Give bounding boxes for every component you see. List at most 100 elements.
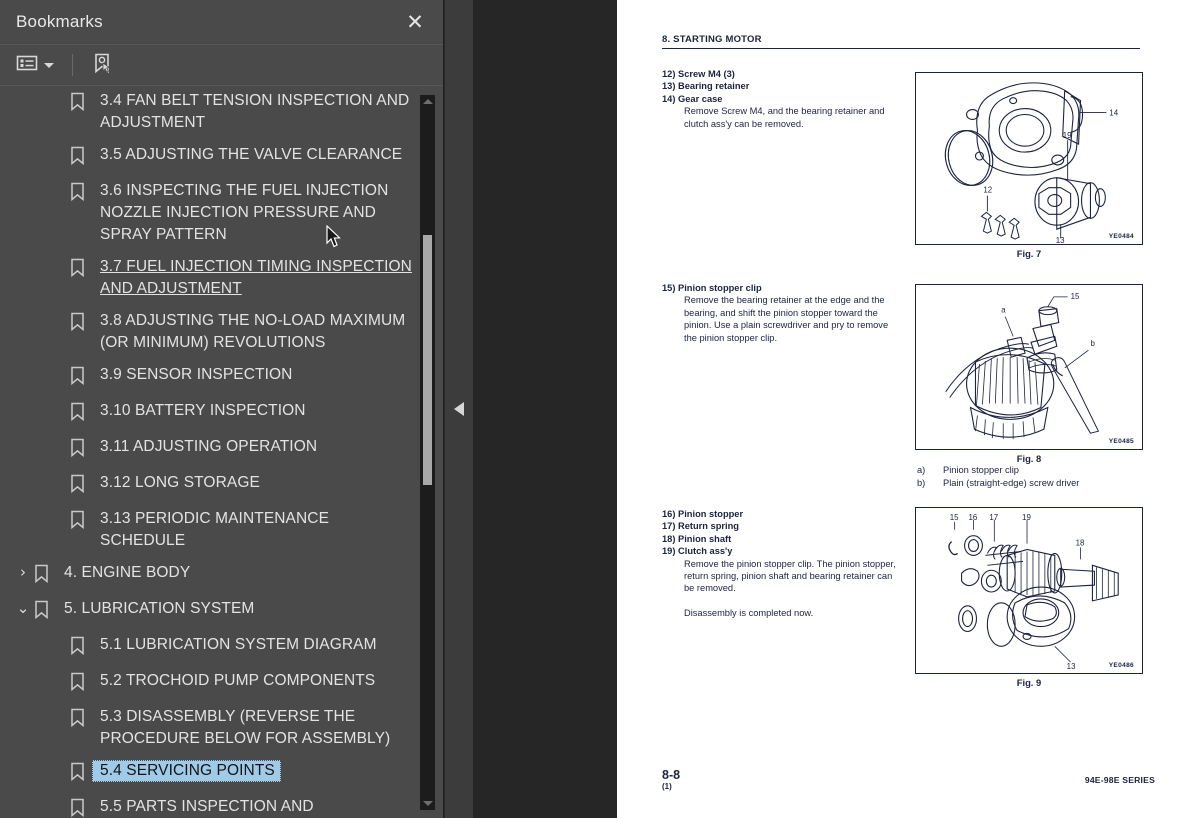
svg-text:17: 17 bbox=[989, 513, 998, 522]
bookmark-item[interactable]: ⌄ 5. LUBRICATION SYSTEM bbox=[0, 593, 420, 629]
block-body-text-2: Disassembly is completed now. bbox=[684, 607, 814, 618]
bookmark-label: 3.11 ADJUSTING OPERATION bbox=[100, 438, 318, 455]
bookmark-icon bbox=[70, 90, 92, 116]
list-options-icon bbox=[16, 54, 38, 77]
bookmark-item[interactable]: 3.4 FAN BELT TENSION INSPECTION AND ADJU… bbox=[0, 85, 420, 139]
block-body-text: Remove the bearing retainer at the edge … bbox=[684, 295, 889, 343]
numbered-item: 14) Gear case bbox=[662, 93, 723, 104]
figure-caption: Fig. 9 bbox=[1016, 677, 1042, 688]
text-block-15: 15) Pinion stopper clip Remove the beari… bbox=[662, 282, 897, 344]
chevron-right-icon[interactable]: › bbox=[12, 562, 34, 580]
svg-text:18: 18 bbox=[1076, 539, 1085, 548]
bookmark-label: 5.2 TROCHOID PUMP COMPONENTS bbox=[100, 672, 376, 689]
bookmark-label: 3.10 BATTERY INSPECTION bbox=[100, 402, 306, 419]
toolbar-divider bbox=[72, 54, 73, 76]
new-bookmark-icon bbox=[91, 52, 113, 79]
collapse-panel-left-icon bbox=[454, 402, 464, 416]
bookmark-icon bbox=[70, 508, 92, 534]
bookmark-label: 4. ENGINE BODY bbox=[64, 564, 191, 581]
document-page: 8. STARTING MOTOR 12) Screw M4 (3) 13) B… bbox=[617, 0, 1200, 818]
bookmark-item[interactable]: 3.7 FUEL INJECTION TIMING INSPECTION AND… bbox=[0, 251, 420, 305]
svg-text:13: 13 bbox=[1056, 236, 1065, 244]
bookmarks-scrollbar[interactable] bbox=[420, 95, 435, 810]
svg-text:14: 14 bbox=[1109, 109, 1118, 118]
close-icon[interactable]: ✕ bbox=[403, 10, 427, 34]
text-block-16-19: 16) Pinion stopper 17) Return spring 18)… bbox=[662, 508, 897, 619]
figure-code: YE0486 bbox=[1108, 662, 1134, 669]
bookmark-item[interactable]: 3.9 SENSOR INSPECTION bbox=[0, 359, 420, 395]
bookmark-icon bbox=[70, 364, 92, 390]
bookmark-icon bbox=[70, 706, 92, 732]
bookmark-item[interactable]: 5.1 LUBRICATION SYSTEM DIAGRAM bbox=[0, 629, 420, 665]
bookmark-label: 3.9 SENSOR INSPECTION bbox=[100, 366, 293, 383]
numbered-item: 16) Pinion stopper bbox=[662, 509, 744, 519]
bookmark-item[interactable]: 3.13 PERIODIC MAINTENANCE SCHEDULE bbox=[0, 503, 420, 557]
svg-text:a: a bbox=[1001, 306, 1006, 315]
block-body-text: Remove Screw M4, and the bearing retaine… bbox=[684, 106, 885, 129]
bookmark-icon bbox=[70, 472, 92, 498]
svg-text:b: b bbox=[1090, 339, 1095, 348]
bookmark-item[interactable]: 3.12 LONG STORAGE bbox=[0, 467, 420, 503]
svg-text:13: 13 bbox=[1067, 662, 1076, 671]
bookmarks-panel-header: Bookmarks ✕ bbox=[0, 0, 443, 44]
bookmark-icon bbox=[70, 634, 92, 660]
bookmark-item[interactable]: 5.2 TROCHOID PUMP COMPONENTS bbox=[0, 665, 420, 701]
bookmark-item[interactable]: 3.11 ADJUSTING OPERATION bbox=[0, 431, 420, 467]
bookmark-item[interactable]: 3.6 INSPECTING THE FUEL INJECTION NOZZLE… bbox=[0, 175, 420, 251]
figure-8: 15 a b YE0485 Fig. 8 bbox=[915, 284, 1143, 464]
bookmark-label: 3.6 INSPECTING THE FUEL INJECTION NOZZLE… bbox=[100, 182, 389, 243]
triangle-up-icon bbox=[422, 99, 433, 104]
figure-9: 15 16 17 19 18 13 YE0486 Fig. 9 bbox=[915, 507, 1143, 688]
triangle-down-icon bbox=[422, 801, 433, 806]
bookmark-label: 3.7 FUEL INJECTION TIMING INSPECTION AND… bbox=[100, 258, 412, 297]
bookmark-label: 5.4 SERVICING POINTS bbox=[92, 760, 281, 782]
header-rule bbox=[662, 48, 1140, 49]
bookmark-icon bbox=[70, 670, 92, 696]
bookmark-label: 5. LUBRICATION SYSTEM bbox=[64, 600, 255, 617]
figure-8-image: 15 a b YE0485 bbox=[915, 284, 1143, 450]
bookmark-icon bbox=[70, 310, 92, 336]
list-options-button[interactable] bbox=[14, 52, 56, 79]
bookmark-item[interactable]: 5.5 PARTS INSPECTION AND MEASUREMENT bbox=[0, 791, 420, 818]
bookmark-label: 3.12 LONG STORAGE bbox=[100, 474, 260, 491]
numbered-item: 17) Return spring bbox=[662, 521, 739, 532]
chevron-down-icon[interactable]: ⌄ bbox=[12, 598, 34, 616]
legend-key: a) bbox=[917, 465, 926, 475]
bookmark-item[interactable]: 5.4 SERVICING POINTS bbox=[0, 755, 420, 791]
figure-7: 14 19 12 13 YE0484 Fig. 7 bbox=[915, 72, 1143, 259]
bookmark-item[interactable]: 3.5 ADJUSTING THE VALVE CLEARANCE bbox=[0, 139, 420, 175]
svg-text:12: 12 bbox=[983, 186, 992, 195]
bookmark-label: 3.8 ADJUSTING THE NO-LOAD MAXIMUM (OR MI… bbox=[100, 312, 406, 351]
figure-code: YE0484 bbox=[1108, 233, 1134, 240]
bookmark-icon bbox=[70, 144, 92, 170]
bookmark-item[interactable]: 3.10 BATTERY INSPECTION bbox=[0, 395, 420, 431]
bookmark-item[interactable]: 3.8 ADJUSTING THE NO-LOAD MAXIMUM (OR MI… bbox=[0, 305, 420, 359]
bookmark-icon bbox=[70, 180, 92, 206]
bookmark-item[interactable]: › 4. ENGINE BODY bbox=[0, 557, 420, 593]
numbered-item: 18) Pinion shaft bbox=[662, 533, 732, 544]
collapse-panel-button[interactable] bbox=[450, 396, 468, 422]
chevron-down-icon bbox=[44, 62, 54, 68]
bookmarks-toolbar bbox=[0, 44, 443, 86]
page-number-sub: (1) bbox=[662, 782, 672, 791]
new-bookmark-button[interactable] bbox=[89, 50, 115, 81]
pdf-viewer-window: Bookmarks ✕ 3.4 FAN BELT TENSION INSPECT… bbox=[0, 0, 1200, 818]
scroll-down-button[interactable] bbox=[420, 797, 435, 810]
legend-text: Plain (straight-edge) screw driver bbox=[943, 477, 1080, 488]
scrollbar-thumb[interactable] bbox=[423, 235, 432, 485]
bookmarks-list[interactable]: 3.4 FAN BELT TENSION INSPECTION AND ADJU… bbox=[0, 85, 444, 818]
figure-8-legend: a) Pinion stopper clip b) Plain (straigh… bbox=[917, 464, 1147, 489]
bookmark-label: 5.5 PARTS INSPECTION AND MEASUREMENT bbox=[100, 798, 314, 815]
bookmark-label: 3.4 FAN BELT TENSION INSPECTION AND ADJU… bbox=[100, 92, 410, 131]
svg-text:16: 16 bbox=[969, 513, 978, 522]
bookmarks-panel: Bookmarks ✕ 3.4 FAN BELT TENSION INSPECT… bbox=[0, 0, 444, 818]
figure-9-image: 15 16 17 19 18 13 YE0486 bbox=[915, 507, 1143, 674]
scroll-up-button[interactable] bbox=[420, 95, 435, 108]
svg-text:15: 15 bbox=[1071, 292, 1080, 301]
viewer-background bbox=[473, 0, 617, 818]
bookmark-item[interactable]: 5.3 DISASSEMBLY (REVERSE THE PROCEDURE B… bbox=[0, 701, 420, 755]
bookmark-icon bbox=[70, 256, 92, 282]
bookmark-icon bbox=[70, 760, 92, 786]
bookmark-icon bbox=[34, 598, 56, 624]
numbered-item: 13) Bearing retainer bbox=[662, 81, 750, 92]
